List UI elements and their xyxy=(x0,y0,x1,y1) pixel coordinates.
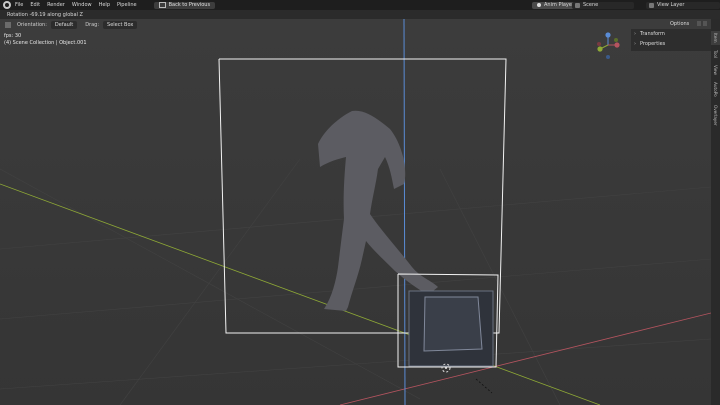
tab-item-label: Item xyxy=(713,33,718,43)
panel-properties-label: Properties xyxy=(640,41,666,47)
scene-icon xyxy=(575,2,580,8)
orientation-label: Orientation: xyxy=(17,21,47,28)
editor-type-icon[interactable] xyxy=(5,21,11,28)
header-scroll-arrows[interactable] xyxy=(697,21,707,26)
drag-dropdown[interactable]: Select Box xyxy=(103,20,138,29)
selected-cube[interactable] xyxy=(408,290,494,367)
chevron-right-icon: › xyxy=(634,41,636,47)
fps-readout: fps: 30 xyxy=(4,33,22,39)
tab-view[interactable]: View xyxy=(711,63,720,77)
menu-help[interactable]: Help xyxy=(99,2,110,8)
tab-overlayer[interactable]: Overlayer xyxy=(711,101,720,129)
scene-selector[interactable]: Scene xyxy=(572,1,634,9)
3d-viewport[interactable] xyxy=(0,19,711,405)
panel-transform[interactable]: › Transform xyxy=(634,30,665,38)
view-layer-selector[interactable]: View Layer xyxy=(646,1,720,9)
tab-autopo[interactable]: AutoPo xyxy=(711,79,720,99)
tab-tool-label: Tool xyxy=(713,49,718,59)
menu-pipeline[interactable]: Pipeline xyxy=(117,2,137,8)
layers-icon xyxy=(649,2,654,8)
active-collection-text: (4) Scene Collection | Object.001 xyxy=(4,39,87,46)
orientation-dropdown[interactable]: Default xyxy=(50,20,78,29)
view-layer-label: View Layer xyxy=(657,2,685,8)
panel-transform-label: Transform xyxy=(640,31,665,37)
anim-player-label: Anim Player xyxy=(544,2,574,8)
arrow-left-icon[interactable] xyxy=(697,21,701,26)
viewport-header: Orientation: Default Drag: Select Box xyxy=(0,19,711,30)
play-circle-icon xyxy=(537,3,541,7)
chevron-right-icon: › xyxy=(634,31,636,37)
panel-properties[interactable]: › Properties xyxy=(634,40,665,48)
cube-panel xyxy=(423,296,483,352)
scene-label: Scene xyxy=(583,2,599,8)
tab-overlayer-label: Overlayer xyxy=(713,104,718,126)
menu-render[interactable]: Render xyxy=(47,2,65,8)
options-dropdown[interactable]: Options xyxy=(670,21,689,27)
tab-item[interactable]: Item xyxy=(711,31,720,45)
arrow-right-icon[interactable] xyxy=(703,21,707,26)
back-to-previous-button[interactable]: Back to Previous xyxy=(153,1,216,9)
menu-file[interactable]: File xyxy=(15,2,23,8)
tab-tool[interactable]: Tool xyxy=(711,47,720,61)
drag-label: Drag: xyxy=(85,21,100,28)
screen-icon xyxy=(158,2,166,8)
sidebar-panel: › Transform › Properties xyxy=(631,29,711,51)
tab-autopo-label: AutoPo xyxy=(713,81,718,97)
operator-status-bar: Rotation -69.19 along global Z xyxy=(0,10,720,19)
back-to-previous-label: Back to Previous xyxy=(168,2,211,8)
menu-window[interactable]: Window xyxy=(72,2,92,8)
menu-edit[interactable]: Edit xyxy=(30,2,40,8)
tab-view-label: View xyxy=(713,65,718,75)
blender-logo-icon[interactable] xyxy=(3,1,11,9)
sidebar-tabs: Item Tool View AutoPo Overlayer xyxy=(711,19,720,405)
rotation-status-text: Rotation -69.19 along global Z xyxy=(7,12,83,18)
